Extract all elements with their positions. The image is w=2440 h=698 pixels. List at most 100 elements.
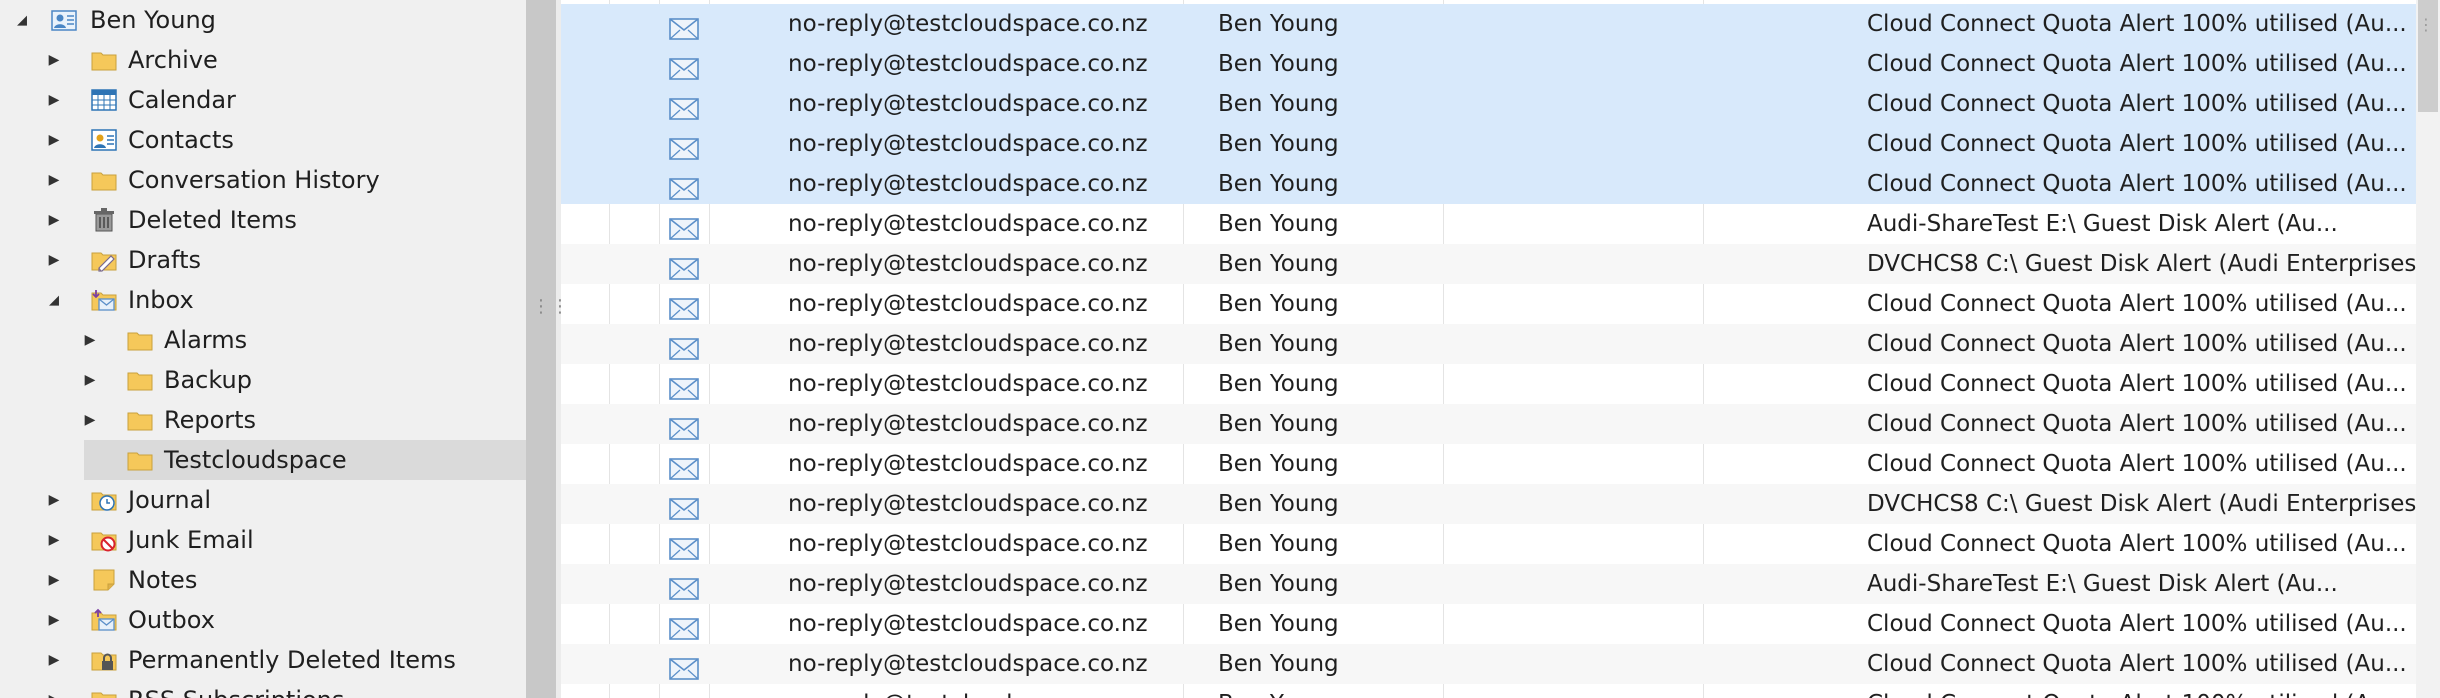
message-row[interactable]: no-reply@testcloudspace.co.nzBen YoungCl… — [561, 524, 2416, 564]
collapsed-arrow-icon[interactable]: ▶ — [40, 680, 68, 698]
message-subject: Cloud Connect Quota Alert 100% utilised … — [1867, 91, 2407, 117]
message-select-cell[interactable] — [561, 684, 659, 698]
folder-drafts[interactable]: ▶ Drafts — [0, 240, 526, 280]
attachment-cell — [709, 684, 759, 698]
folder-alarms[interactable]: ▶ Alarms — [0, 320, 526, 360]
message-select-cell[interactable] — [561, 444, 659, 484]
attachment-cell — [709, 164, 759, 204]
message-select-cell[interactable] — [561, 604, 659, 644]
folder-contacts[interactable]: ▶ Contacts — [0, 120, 526, 160]
folder-journal[interactable]: ▶ Journal — [0, 480, 526, 520]
message-to: Ben Young — [1218, 611, 1339, 637]
message-from: no-reply@testcloudspace.co.nz — [788, 611, 1148, 637]
list-grip-icon[interactable]: ⋮⋮ — [2418, 17, 2440, 48]
message-row[interactable]: no-reply@testcloudspace.co.nzBen YoungCl… — [561, 364, 2416, 404]
collapsed-arrow-icon[interactable]: ▶ — [40, 520, 68, 560]
message-row[interactable]: no-reply@testcloudspace.co.nzBen YoungCl… — [561, 604, 2416, 644]
message-row[interactable]: no-reply@testcloudspace.co.nzBen YoungCl… — [561, 324, 2416, 364]
envelope-icon — [659, 364, 709, 404]
message-row[interactable]: no-reply@testcloudspace.co.nz Ben Young DV… — [561, 244, 2416, 284]
message-to: Ben Young — [1218, 411, 1339, 437]
envelope-icon — [659, 404, 709, 444]
message-select-cell[interactable] — [561, 124, 659, 164]
message-row[interactable]: no-reply@testcloudspace.co.nzBen YoungCl… — [561, 644, 2416, 684]
message-row[interactable]: no-reply@testcloudspace.co.nzBen YoungCl… — [561, 84, 2416, 124]
collapsed-arrow-icon[interactable]: ▶ — [40, 480, 68, 520]
folder-calendar[interactable]: ▶ Calendar — [0, 80, 526, 120]
attachment-cell — [709, 84, 759, 124]
message-row[interactable]: no-reply@testcloudspace.co.nzBen YoungCl… — [561, 404, 2416, 444]
message-select-cell[interactable] — [561, 324, 659, 364]
message-row[interactable]: no-reply@testcloudspace.co.nz Ben Young Au… — [561, 564, 2416, 604]
envelope-icon — [659, 244, 709, 284]
folder-permanently-deleted-items[interactable]: ▶ Permanently Deleted Items — [0, 640, 526, 680]
folder-icon — [90, 46, 118, 74]
message-subject: Cloud Connect Quota Alert 100% utilised … — [1867, 291, 2407, 317]
envelope-icon — [659, 84, 709, 124]
folder-junk-email[interactable]: ▶ Junk Email — [0, 520, 526, 560]
message-select-cell[interactable] — [561, 484, 659, 524]
collapsed-arrow-icon[interactable]: ▶ — [40, 640, 68, 680]
message-select-cell[interactable] — [561, 164, 659, 204]
message-select-cell[interactable] — [561, 284, 659, 324]
message-subject: Cloud Connect Quota Alert 100% utilised … — [1867, 11, 2407, 37]
message-row[interactable]: no-reply@testcloudspace.co.nzBen YoungCl… — [561, 284, 2416, 324]
message-from: no-reply@testcloudspace.co.nz — [788, 131, 1148, 157]
message-subject: Cloud Connect Quota Alert 100% utilised … — [1867, 451, 2407, 477]
message-row[interactable]: no-reply@testcloudspace.co.nzBen YoungCl… — [561, 684, 2416, 698]
attachment-cell — [709, 324, 759, 364]
collapsed-arrow-icon[interactable]: ▶ — [40, 80, 68, 120]
folder-pane-scrollbar[interactable] — [526, 0, 556, 698]
message-row[interactable]: no-reply@testcloudspace.co.nzBen YoungCl… — [561, 124, 2416, 164]
message-from: no-reply@testcloudspace.co.nz — [788, 451, 1148, 477]
message-select-cell[interactable] — [561, 524, 659, 564]
collapsed-arrow-icon[interactable]: ▶ — [40, 40, 68, 80]
message-row[interactable]: no-reply@testcloudspace.co.nz Ben Young Au… — [561, 204, 2416, 244]
folder-rss-subscriptions[interactable]: ▶ RSS Subscriptions — [0, 680, 526, 698]
message-row[interactable]: no-reply@testcloudspace.co.nz Ben Young DV… — [561, 484, 2416, 524]
collapsed-arrow-icon[interactable]: ▶ — [76, 360, 104, 400]
folder-label: Journal — [128, 486, 212, 514]
collapsed-arrow-icon[interactable]: ▶ — [40, 600, 68, 640]
message-row[interactable]: no-reply@testcloudspace.co.nzBen YoungCl… — [561, 164, 2416, 204]
attachment-cell — [709, 204, 759, 244]
folder-backup[interactable]: ▶ Backup — [0, 360, 526, 400]
collapsed-arrow-icon[interactable]: ▶ — [40, 120, 68, 160]
message-subject: Cloud Connect Quota Alert 100% utilised … — [1867, 171, 2407, 197]
message-from: no-reply@testcloudspace.co.nz — [788, 171, 1148, 197]
message-select-cell[interactable] — [561, 244, 659, 284]
expanded-arrow-icon[interactable]: ◢ — [40, 280, 68, 320]
message-select-cell[interactable] — [561, 364, 659, 404]
collapsed-arrow-icon[interactable]: ▶ — [76, 400, 104, 440]
splitter-grip-icon[interactable]: ⋮⋮ — [532, 298, 569, 328]
message-subject: Cloud Connect Quota Alert 100% utilised … — [1867, 371, 2407, 397]
message-select-cell[interactable] — [561, 4, 659, 44]
expanded-arrow-icon[interactable]: ◢ — [8, 0, 36, 40]
message-select-cell[interactable] — [561, 644, 659, 684]
folder-reports[interactable]: ▶ Reports — [0, 400, 526, 440]
collapsed-arrow-icon[interactable]: ▶ — [40, 560, 68, 600]
folder-account-ben-young[interactable]: ◢ Ben Young — [0, 0, 526, 40]
message-from: no-reply@testcloudspace.co.nz — [788, 411, 1148, 437]
message-row[interactable]: no-reply@testcloudspace.co.nzBen YoungCl… — [561, 444, 2416, 484]
folder-deleted-items[interactable]: ▶ Deleted Items — [0, 200, 526, 240]
message-subject: Cloud Connect Quota Alert 100% utilised … — [1867, 531, 2407, 557]
folder-conversation-history[interactable]: ▶ Conversation History — [0, 160, 526, 200]
folder-notes[interactable]: ▶ Notes — [0, 560, 526, 600]
folder-outbox[interactable]: ▶ Outbox — [0, 600, 526, 640]
message-select-cell[interactable] — [561, 564, 659, 604]
collapsed-arrow-icon[interactable]: ▶ — [40, 240, 68, 280]
collapsed-arrow-icon[interactable]: ▶ — [40, 200, 68, 240]
message-row[interactable]: no-reply@testcloudspace.co.nzBen YoungCl… — [561, 4, 2416, 44]
folder-archive[interactable]: ▶ Archive — [0, 40, 526, 80]
message-subject: DVCHCS8 C:\ Guest Disk Alert (Audi Enter… — [1867, 251, 2416, 277]
folder-testcloudspace[interactable]: Testcloudspace — [0, 440, 526, 480]
folder-inbox[interactable]: ◢ Inbox — [0, 280, 526, 320]
message-select-cell[interactable] — [561, 204, 659, 244]
message-row[interactable]: no-reply@testcloudspace.co.nzBen YoungCl… — [561, 44, 2416, 84]
message-select-cell[interactable] — [561, 404, 659, 444]
collapsed-arrow-icon[interactable]: ▶ — [76, 320, 104, 360]
message-select-cell[interactable] — [561, 84, 659, 124]
collapsed-arrow-icon[interactable]: ▶ — [40, 160, 68, 200]
message-select-cell[interactable] — [561, 44, 659, 84]
